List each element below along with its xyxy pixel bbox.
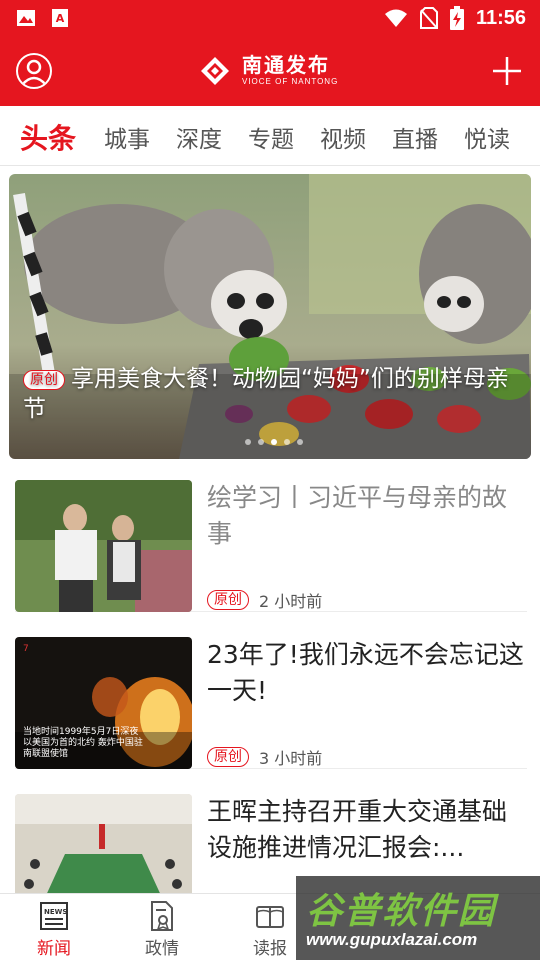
nav-label: 政情 (145, 939, 179, 959)
svg-text:7: 7 (23, 644, 29, 654)
carousel-dot[interactable] (258, 439, 264, 445)
font-app-icon: A (52, 9, 68, 27)
nav-label: 新闻 (37, 939, 71, 959)
news-time: 2 小时前 (259, 592, 323, 611)
news-thumbnail (15, 480, 192, 612)
thumbnail-caption: 当地时间1999年5月7日深夜 以美国为首的北约 轰炸中国驻南联盟使馆 (23, 727, 143, 759)
channel-tabs: 头条 城事 深度 专题 视频 直播 悦读 (0, 106, 540, 166)
app-logo: 南通发布 VIOCE OF NANTONG (200, 54, 338, 88)
news-meta: 原创 3 小时前 (207, 745, 322, 769)
carousel-dot-active[interactable] (271, 439, 277, 445)
hero-caption[interactable]: 原创 享用美食大餐！动物园“妈妈”们的别样母亲节 (23, 364, 523, 424)
no-sim-icon (419, 7, 438, 29)
battery-charging-icon (449, 6, 464, 30)
tab-topics[interactable]: 专题 (248, 120, 294, 154)
watermark-title: 谷普软件园 (306, 891, 497, 932)
app-bar: 南通发布 VIOCE OF NANTONG (0, 38, 540, 106)
news-title[interactable]: 绘学习丨习近平与母亲的故事 (207, 480, 525, 552)
watermark-url: www.gupuxlazai.com (306, 930, 478, 949)
wifi-icon (384, 9, 407, 27)
news-title[interactable]: 王晖主持召开重大交通基础设施推进情况汇报会:... (207, 794, 525, 866)
image-icon (17, 10, 35, 26)
plus-icon[interactable] (492, 56, 522, 86)
nav-politics[interactable]: 政情 (122, 900, 202, 959)
tab-depth[interactable]: 深度 (176, 120, 222, 154)
user-button[interactable] (16, 53, 52, 89)
carousel-dot[interactable] (297, 439, 303, 445)
hero-carousel[interactable]: 原创 享用美食大餐！动物园“妈妈”们的别样母亲节 (9, 174, 531, 459)
logo-mark-icon (201, 57, 229, 85)
carousel-dots (245, 439, 303, 445)
news-meta: 原创 2 小时前 (207, 588, 322, 612)
document-award-icon (151, 901, 173, 931)
thumbnail-image (15, 480, 192, 612)
nav-label: 读报 (253, 939, 287, 959)
clock: 11:56 (475, 6, 526, 29)
logo-subtitle: VIOCE OF NANTONG (242, 77, 339, 86)
svg-text:NEWS: NEWS (44, 908, 67, 916)
logo-title: 南通发布 (242, 53, 330, 77)
tab-live[interactable]: 直播 (392, 120, 438, 154)
tab-city[interactable]: 城事 (104, 120, 150, 154)
carousel-dot[interactable] (284, 439, 290, 445)
tab-headlines[interactable]: 头条 (20, 117, 76, 157)
original-badge: 原创 (207, 590, 249, 610)
carousel-dot[interactable] (245, 439, 251, 445)
news-time: 3 小时前 (259, 749, 323, 768)
news-icon: NEWS (40, 902, 68, 930)
user-icon (21, 59, 47, 86)
original-badge: 原创 (23, 369, 65, 390)
newspaper-icon (256, 906, 284, 928)
tab-reading[interactable]: 悦读 (464, 120, 510, 154)
watermark: 谷普软件园 www.gupuxlazai.com (296, 876, 540, 960)
hero-title: 享用美食大餐！动物园“妈妈”们的别样母亲节 (23, 366, 509, 422)
news-title[interactable]: 23年了!我们永远不会忘记这一天! (207, 637, 525, 709)
news-item[interactable]: 7 当地时间1999年5月7日深夜 以美国为首的北约 轰炸中国驻南联盟使馆 23… (15, 637, 527, 769)
svg-text:A: A (56, 12, 65, 25)
tab-video[interactable]: 视频 (320, 120, 366, 154)
news-thumbnail: 7 当地时间1999年5月7日深夜 以美国为首的北约 轰炸中国驻南联盟使馆 (15, 637, 192, 769)
news-item[interactable]: 绘学习丨习近平与母亲的故事 原创 2 小时前 (15, 480, 527, 612)
status-bar: A 11:56 (0, 0, 540, 38)
nav-news[interactable]: NEWS 新闻 (14, 900, 94, 959)
original-badge: 原创 (207, 747, 249, 767)
